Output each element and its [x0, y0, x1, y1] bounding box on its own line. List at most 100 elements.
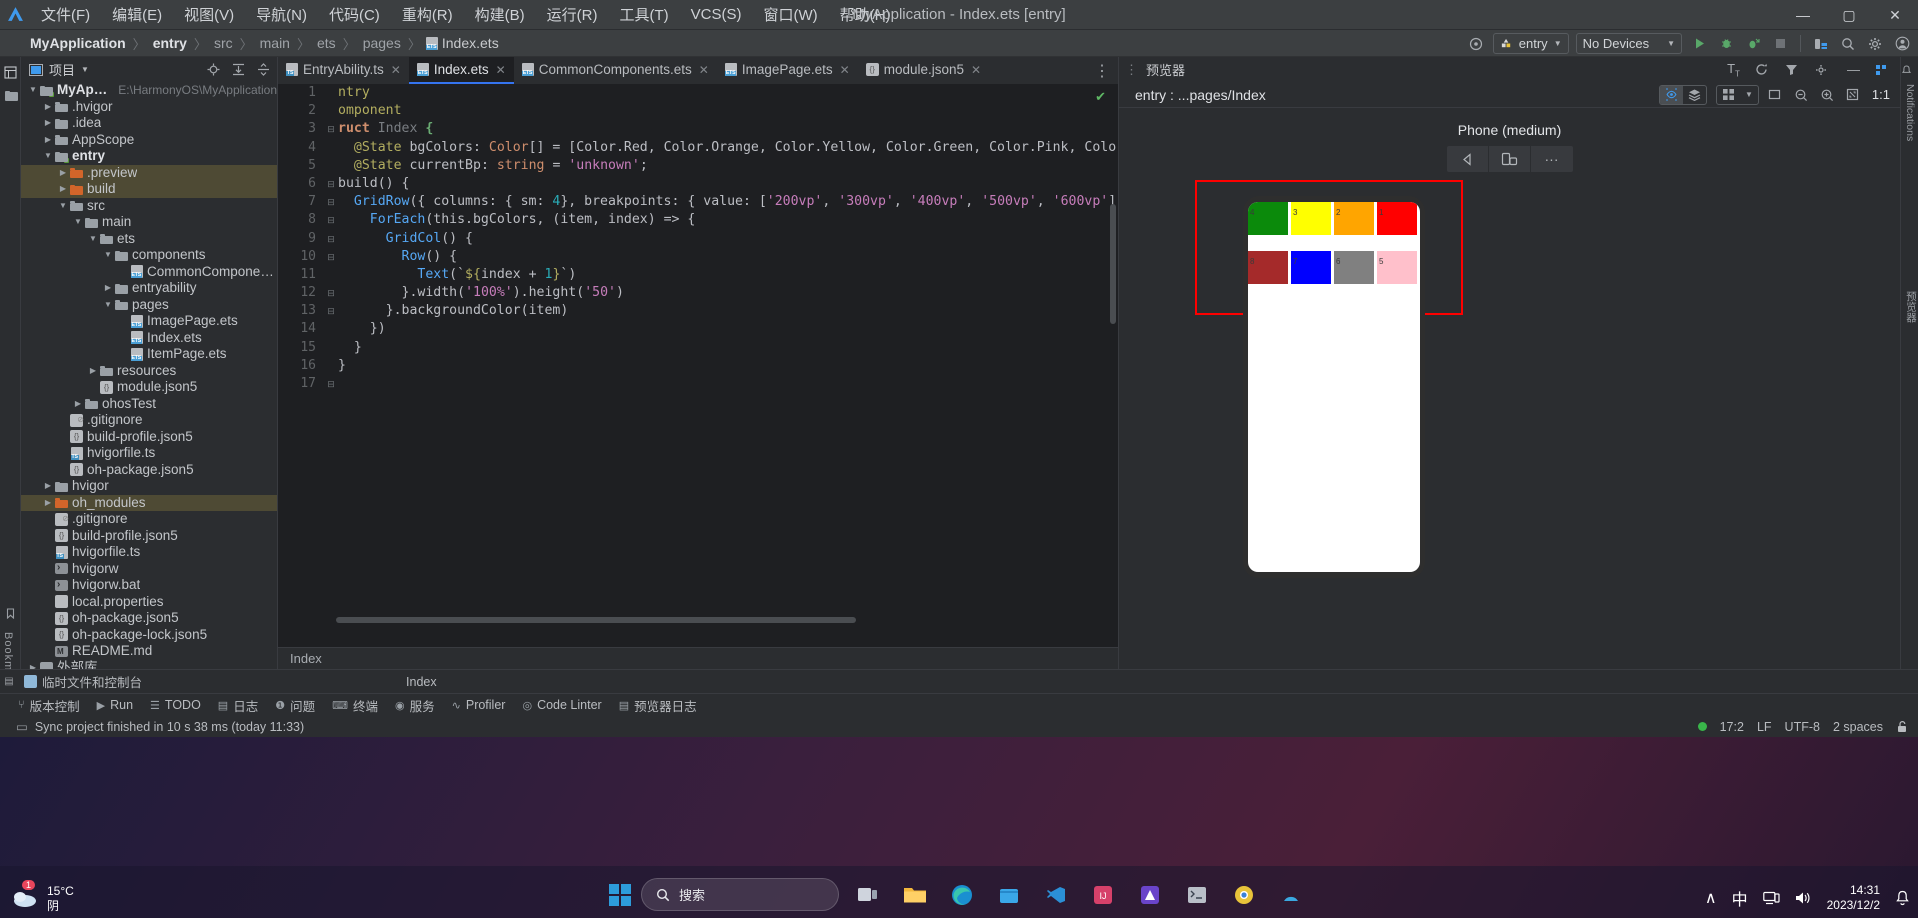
layers-icon[interactable] — [1683, 86, 1706, 104]
chevron-down-icon[interactable]: ▼ — [57, 198, 69, 215]
device-screen[interactable]: 4 3 2 1 8 7 6 5 — [1248, 202, 1420, 572]
edge-browser-icon[interactable] — [943, 876, 980, 913]
chevron-down-icon[interactable]: ▼ — [81, 65, 89, 74]
chevron-down-icon[interactable]: ▼ — [1740, 86, 1758, 104]
tree-node-hvigor[interactable]: ▶ hvigor — [21, 478, 277, 495]
bookmark-icon[interactable] — [0, 602, 21, 624]
chevron-right-icon[interactable]: ▶ — [42, 495, 54, 512]
maximize-button[interactable]: ▢ — [1826, 0, 1872, 30]
unlocked-icon[interactable] — [1896, 720, 1908, 733]
file-explorer-icon[interactable] — [896, 876, 933, 913]
fold-marker[interactable]: ⊟ — [324, 193, 338, 211]
tree-node-index-ets[interactable]: Index.ets — [21, 330, 277, 347]
fit-to-screen-icon[interactable] — [1846, 88, 1863, 101]
tool-window-run[interactable]: ▶ Run — [97, 698, 133, 712]
tree-node-resources[interactable]: ▶ resources — [21, 363, 277, 380]
stop-icon[interactable] — [1770, 34, 1790, 54]
menu-item-tools[interactable]: 工具(T) — [608, 1, 679, 28]
device-more-icon[interactable]: ··· — [1531, 146, 1573, 172]
tool-window-profiler[interactable]: ∿ Profiler — [452, 698, 506, 712]
expand-all-icon[interactable] — [232, 63, 246, 76]
fold-marker[interactable]: ⊟ — [324, 284, 338, 302]
breadcrumb-item-project[interactable]: MyApplication — [28, 35, 128, 51]
chrome-icon[interactable] — [1225, 876, 1262, 913]
menu-item-navigate[interactable]: 导航(N) — [245, 1, 318, 28]
temp-files-console-item[interactable]: 临时文件和控制台 — [18, 672, 142, 691]
chevron-right-icon[interactable]: ▶ — [27, 660, 39, 670]
breadcrumb-item-pages[interactable]: pages — [361, 35, 403, 51]
run-icon[interactable] — [1689, 34, 1709, 54]
chevron-right-icon[interactable]: ▶ — [72, 396, 84, 413]
editor-vertical-scrollbar[interactable] — [1110, 204, 1116, 324]
menu-item-help[interactable]: 帮助(H) — [829, 1, 902, 28]
editor-tab-commoncomponents-ets[interactable]: CommonComponents.ets ✕ — [514, 57, 717, 84]
tree-node-main[interactable]: ▼ main — [21, 214, 277, 231]
tree-node-myapplication[interactable]: ▼ MyApplication E:\HarmonyOS\MyApplication — [21, 82, 277, 99]
code-folding-column[interactable]: ⊟ ⊟ ⊟ ⊟ ⊟ ⊟ ⊟ ⊟ ⊟ — [324, 84, 338, 647]
taskbar-center[interactable]: 搜索 IJ — [609, 876, 1309, 913]
taskbar-clock[interactable]: 14:31 2023/12/2 — [1827, 883, 1880, 913]
chevron-right-icon[interactable]: ▶ — [42, 132, 54, 149]
breadcrumb-item-entry[interactable]: entry — [151, 35, 189, 51]
close-icon[interactable]: ✕ — [971, 63, 981, 77]
main-toolbar[interactable]: entry ▼ No Devices ▼ — [1466, 30, 1912, 57]
zoom-out-icon[interactable] — [1794, 88, 1811, 102]
search-input[interactable]: 搜索 — [641, 878, 839, 911]
indent-setting[interactable]: 2 spaces — [1833, 720, 1883, 734]
gear-icon[interactable] — [1815, 64, 1832, 76]
fold-marker[interactable]: ⊟ — [324, 175, 338, 193]
tree-node-local-properties[interactable]: local.properties — [21, 594, 277, 611]
breadcrumb-item-src[interactable]: src — [212, 35, 235, 51]
tree-node-hvigor[interactable]: ▶ .hvigor — [21, 99, 277, 116]
tool-window-bar[interactable]: ⑂ 版本控制 ▶ Run ☰ TODO ▤ 日志 ❶ 问题 ⌨ 终端 ◉ 服务 ∿ Profiler ◎ Code… — [0, 693, 1918, 716]
menu-item-refactor[interactable]: 重构(R) — [391, 1, 464, 28]
fold-marker[interactable]: ⊟ — [324, 375, 338, 393]
minimize-button[interactable]: — — [1780, 0, 1826, 30]
menu-item-edit[interactable]: 编辑(E) — [101, 1, 173, 28]
inspector-icon[interactable] — [1660, 85, 1683, 104]
notifications-icon[interactable] — [1875, 64, 1892, 76]
minimize-panel-icon[interactable]: — — [1845, 62, 1862, 77]
file-encoding[interactable]: UTF-8 — [1785, 720, 1820, 734]
tree-node-entryability[interactable]: ▶ entryability — [21, 280, 277, 297]
menu-item-vcs[interactable]: VCS(S) — [680, 3, 753, 26]
menu-item-run[interactable]: 运行(R) — [536, 1, 609, 28]
account-icon[interactable] — [1892, 34, 1912, 54]
run-configuration-selector[interactable]: entry ▼ — [1492, 33, 1569, 54]
terminal-icon[interactable] — [1178, 876, 1215, 913]
close-icon[interactable]: ✕ — [391, 63, 401, 77]
chevron-right-icon[interactable]: ▶ — [87, 363, 99, 380]
tree-node-gitignore[interactable]: .gitignore — [21, 412, 277, 429]
tool-window-日志[interactable]: ▤ 日志 — [218, 696, 258, 715]
menu-item-code[interactable]: 代码(C) — [318, 1, 391, 28]
tree-node-build-profile-json5[interactable]: build-profile.json5 — [21, 528, 277, 545]
previewer-rail-label[interactable]: 预览器 — [1904, 291, 1918, 323]
filter-icon[interactable] — [1785, 63, 1802, 76]
tree-node-module-json5[interactable]: module.json5 — [21, 379, 277, 396]
breadcrumb-item-file[interactable]: Index.ets — [425, 35, 499, 51]
tool-window-服务[interactable]: ◉ 服务 — [395, 696, 435, 715]
tool-window-todo[interactable]: ☰ TODO — [150, 698, 201, 712]
editor-tab-module-json5[interactable]: module.json5 ✕ — [858, 57, 989, 84]
zoom-in-icon[interactable] — [1820, 88, 1837, 102]
close-icon[interactable]: ✕ — [699, 63, 709, 77]
tree-node-hvigorfile-ts[interactable]: hvigorfile.ts — [21, 445, 277, 462]
store-icon[interactable] — [990, 876, 1027, 913]
collapse-all-icon[interactable] — [257, 63, 271, 76]
target-icon[interactable] — [1466, 34, 1486, 54]
device-back-icon[interactable] — [1447, 146, 1489, 172]
editor-tabs-more-icon[interactable]: ⋮ — [1094, 57, 1118, 84]
multi-device-group[interactable]: ▼ — [1716, 84, 1759, 105]
chevron-right-icon[interactable]: ▶ — [42, 99, 54, 116]
chevron-down-icon[interactable]: ▼ — [102, 297, 114, 314]
tree-node-hvigorfile-ts[interactable]: hvigorfile.ts — [21, 544, 277, 561]
chevron-down-icon[interactable]: ▼ — [27, 82, 39, 99]
chevron-right-icon[interactable]: ▶ — [57, 181, 69, 198]
structure-tool-icon[interactable] — [0, 83, 21, 105]
harmony-icon[interactable] — [1272, 876, 1309, 913]
menu-item-view[interactable]: 视图(V) — [173, 1, 245, 28]
chevron-up-icon[interactable]: ∧ — [1705, 888, 1717, 908]
chevron-right-icon[interactable]: ▶ — [42, 478, 54, 495]
fold-marker[interactable]: ⊟ — [324, 302, 338, 320]
fold-marker[interactable]: ⊟ — [324, 211, 338, 229]
